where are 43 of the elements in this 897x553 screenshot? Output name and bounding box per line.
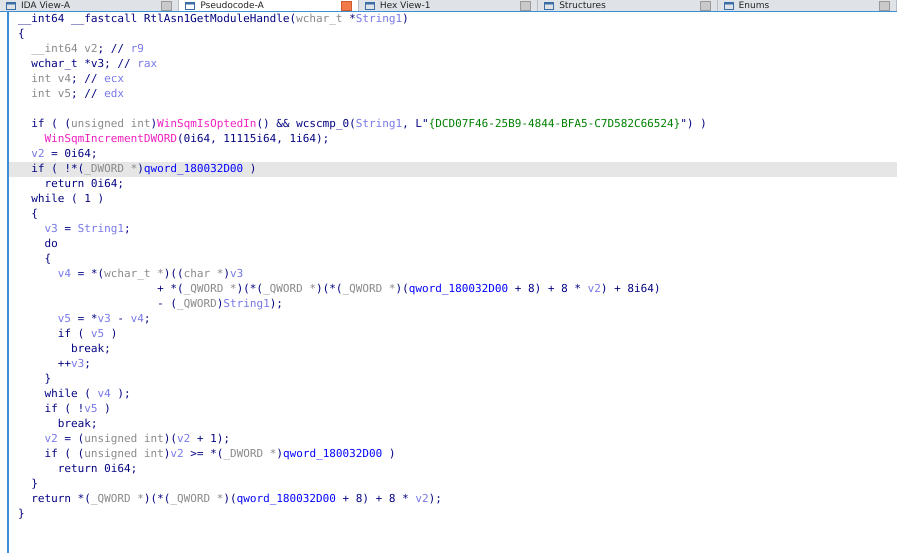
code-line: if ( (unsigned int)WinSqmIsOptedIn() && wcscmp_0(String1, L"{DCD07F46-25B9-4844-BFA5-C7D582C66524}") ) — [30, 117, 707, 130]
code-line: wchar_t *v3; // rax — [30, 57, 158, 70]
code-line: { — [43, 252, 52, 265]
code-line: { — [18, 27, 25, 40]
code-line: v4 = *(wchar_t *)((char *)v3 — [56, 267, 244, 280]
tab[interactable]: Enums — [718, 0, 897, 11]
code-line: v5 = *v3 - v4; — [56, 312, 150, 325]
tab[interactable]: IDA View-A — [0, 0, 180, 11]
code-line: WinSqmIncrementDWORD(0i64, 11115i64, 1i64); — [43, 132, 330, 145]
code-line: return 0i64; — [56, 462, 138, 475]
code-line: - (_QWORD)String1); — [156, 297, 283, 310]
code-line: if ( v5 ) — [56, 327, 118, 340]
code-line: v2 = (unsigned int)(v2 + 1); — [43, 432, 230, 445]
tab[interactable]: Structures — [538, 0, 718, 11]
code-line: return *(_QWORD *)(*(_QWORD *)(qword_180032D00 + 8) + 8 * v2); — [30, 492, 442, 505]
window-icon — [364, 2, 375, 10]
code-line: __int64 __fastcall RtlAsn1GetModuleHandle(wchar_t *String1) — [18, 12, 409, 25]
code-line: __int64 v2; // r9 — [30, 42, 144, 55]
code-line: int v4; // ecx — [30, 72, 124, 85]
code-line: v3 = String1; — [43, 222, 131, 235]
code-line: do — [43, 237, 58, 250]
window-icon — [544, 2, 554, 10]
window-icon — [724, 2, 734, 10]
code-line: } — [18, 507, 25, 520]
code-line: break; — [70, 342, 111, 355]
code-line: break; — [56, 417, 98, 430]
code-line: int v5; // edx — [30, 87, 124, 100]
code-line: if ( !*(_DWORD *)qword_180032D00 ) — [30, 162, 256, 175]
code-line: + *(_QWORD *)(*(_QWORD *)(*(_QWORD *)(qword_180032D00 + 8) + 8 * v2) + 8i64) — [156, 282, 660, 295]
code-line: } — [43, 372, 52, 385]
code-line: ++v3; — [56, 357, 91, 370]
code-line: } — [30, 477, 38, 490]
tab[interactable]: Pseudocode-A — [179, 0, 359, 11]
code-line: v2 = 0i64; — [30, 147, 98, 160]
code-line: return 0i64; — [43, 177, 124, 190]
window-icon — [185, 2, 196, 10]
window-icon — [6, 2, 16, 10]
code-line: while ( 1 ) — [30, 192, 104, 205]
code-line: { — [30, 207, 38, 220]
code-line: if ( (unsigned int)v2 >= *(_DWORD *)qword_180032D00 ) — [43, 447, 396, 460]
code-line: while ( v4 ); — [43, 387, 131, 400]
tab[interactable]: Hex View-1 — [358, 0, 538, 11]
code-line: if ( !v5 ) — [43, 402, 111, 415]
